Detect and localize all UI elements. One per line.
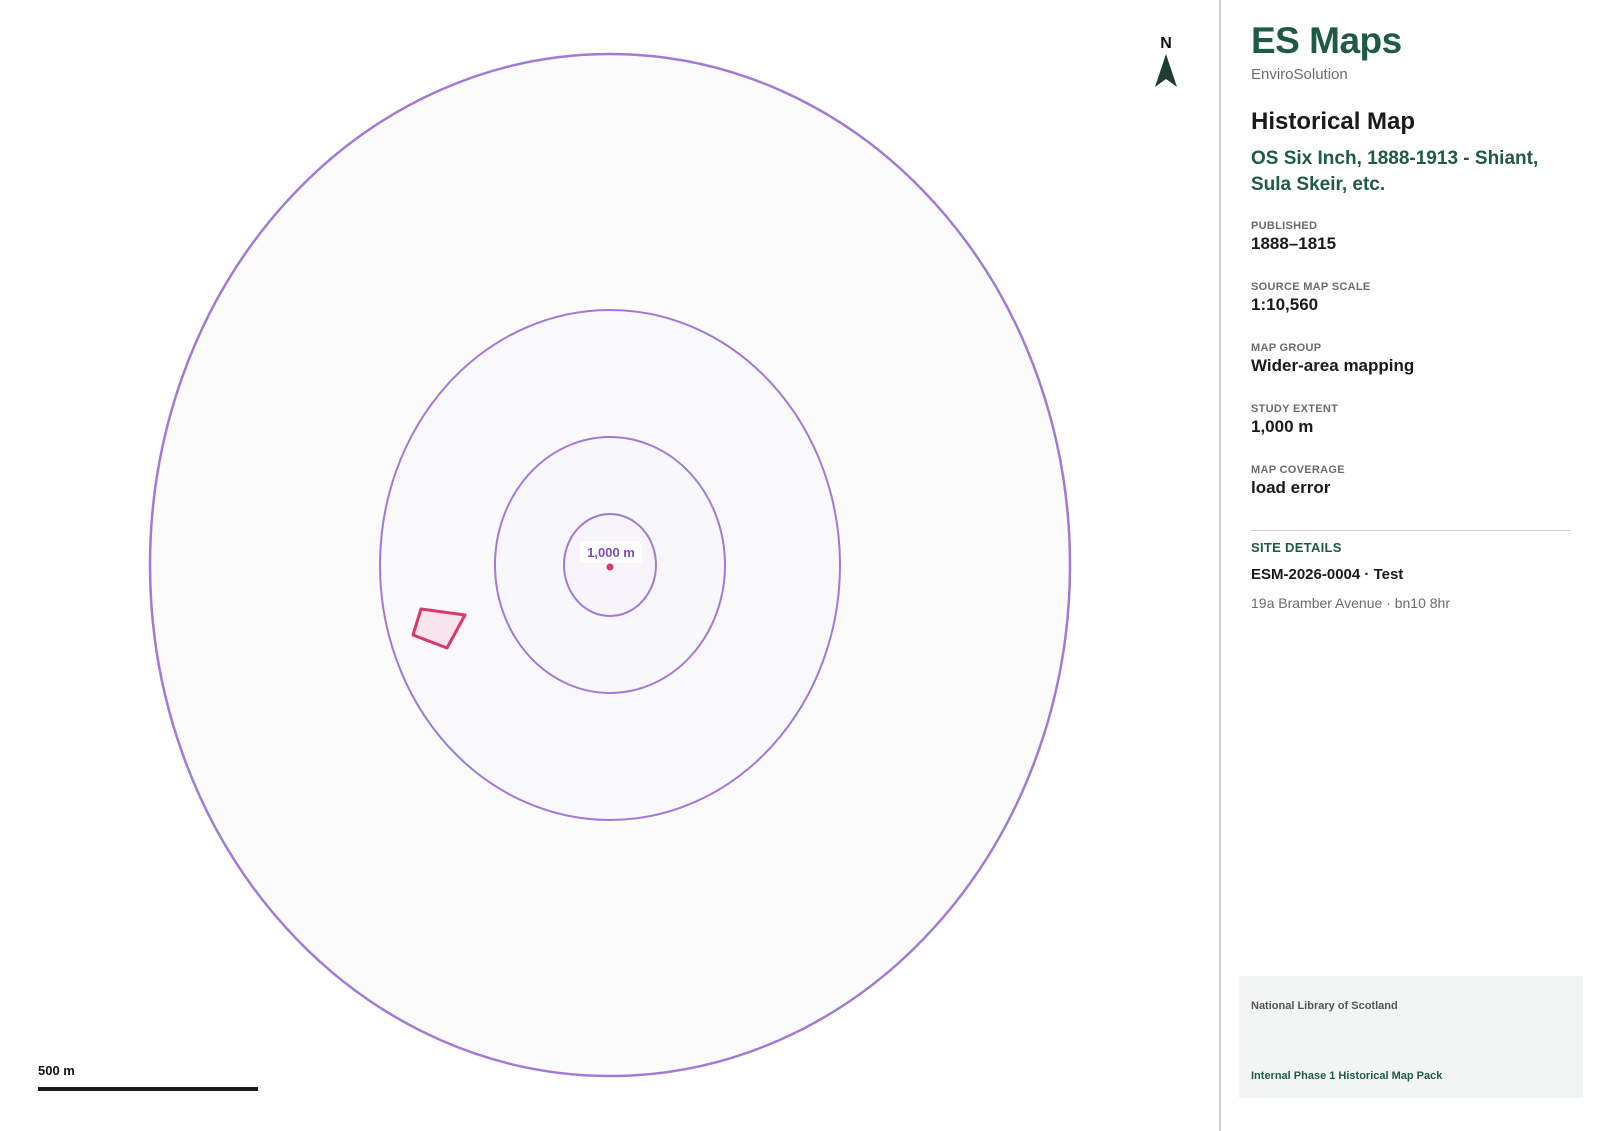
site-details-heading: SITE DETAILS — [1251, 540, 1342, 555]
field-value: 1:10,560 — [1251, 295, 1319, 314]
info-panel: ES Maps EnviroSolution Historical Map OS… — [1251, 0, 1581, 1131]
footer-source: National Library of Scotland — [1251, 1000, 1398, 1012]
field-label: STUDY EXTENT — [1251, 403, 1339, 415]
field-source-map-scale: SOURCE MAP SCALE 1:10,560 — [1251, 281, 1371, 315]
map-svg: 1,000 m N — [148, 35, 1177, 1078]
field-value: Wider-area mapping — [1251, 356, 1415, 375]
panel-divider — [1219, 0, 1221, 1131]
north-arrow-icon — [1155, 54, 1177, 87]
field-study-extent: STUDY EXTENT 1,000 m — [1251, 403, 1338, 437]
section-title: Historical Map — [1251, 108, 1416, 135]
scale-bar-label: 500 m — [38, 1063, 75, 1078]
north-label: N — [1160, 35, 1172, 52]
site-reference: ESM-2026-0004 · Test — [1251, 566, 1404, 583]
footer-pack-name: Internal Phase 1 Historical Map Pack — [1251, 1070, 1443, 1082]
field-label: PUBLISHED — [1251, 220, 1318, 232]
map-canvas[interactable]: 1,000 m N 500 m — [0, 0, 1219, 1131]
scale-bar — [38, 1087, 258, 1091]
field-value: 1,000 m — [1251, 417, 1314, 436]
field-label: MAP GROUP — [1251, 342, 1322, 354]
north-arrow: N — [1155, 35, 1177, 87]
footer-box: National Library of Scotland Internal Ph… — [1239, 976, 1583, 1098]
site-centre-marker[interactable] — [606, 563, 614, 571]
buffer-label: 1,000 m — [587, 545, 635, 560]
brand-title: ES Maps — [1251, 20, 1402, 61]
map-name: OS Six Inch, 1888-1913 - Shiant, Sula Sk… — [1251, 148, 1539, 195]
field-map-group: MAP GROUP Wider-area mapping — [1251, 342, 1414, 376]
field-map-coverage: MAP COVERAGE load error — [1251, 464, 1345, 498]
field-label: MAP COVERAGE — [1251, 464, 1345, 476]
field-label: SOURCE MAP SCALE — [1251, 281, 1371, 293]
field-value: load error — [1251, 478, 1331, 497]
field-value: 1888–1815 — [1251, 234, 1337, 253]
brand-subtitle: EnviroSolution — [1251, 66, 1348, 83]
section-divider — [1251, 530, 1571, 531]
site-address: 19a Bramber Avenue · bn10 8hr — [1251, 595, 1450, 611]
field-published: PUBLISHED 1888–1815 — [1251, 220, 1336, 254]
